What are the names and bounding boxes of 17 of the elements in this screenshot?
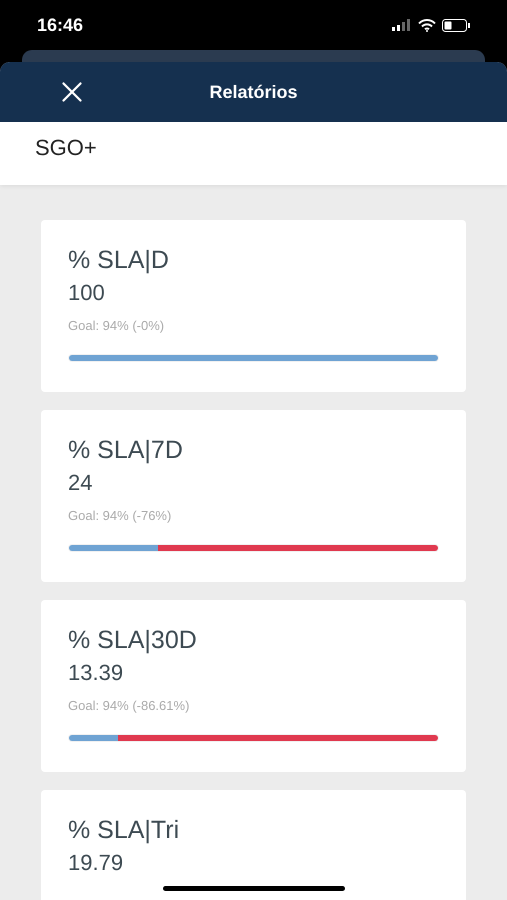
header-title: Relatórios [209,80,298,104]
card-title: % SLA|Tri [68,815,180,846]
card-value: 13.39 [68,659,124,687]
card-title: % SLA|30D [68,625,198,656]
goal-text: Goal: 94% (-76%) [68,507,172,525]
card-title: % SLA|7D [68,435,184,466]
section-title: SGO+ [35,134,97,162]
card-title: % SLA|D [68,245,170,276]
status-time: 16:46 [37,14,84,36]
card-value: 19.79 [68,849,124,877]
card-value: 100 [68,279,106,307]
wifi-icon [418,18,436,32]
goal-text: Goal: 94% (-86.61%) [68,697,190,715]
goal-text: Goal: 94% (-0%) [68,317,166,335]
signal-icon [392,19,412,31]
battery-icon [442,18,470,32]
card-value: 24 [68,469,94,497]
